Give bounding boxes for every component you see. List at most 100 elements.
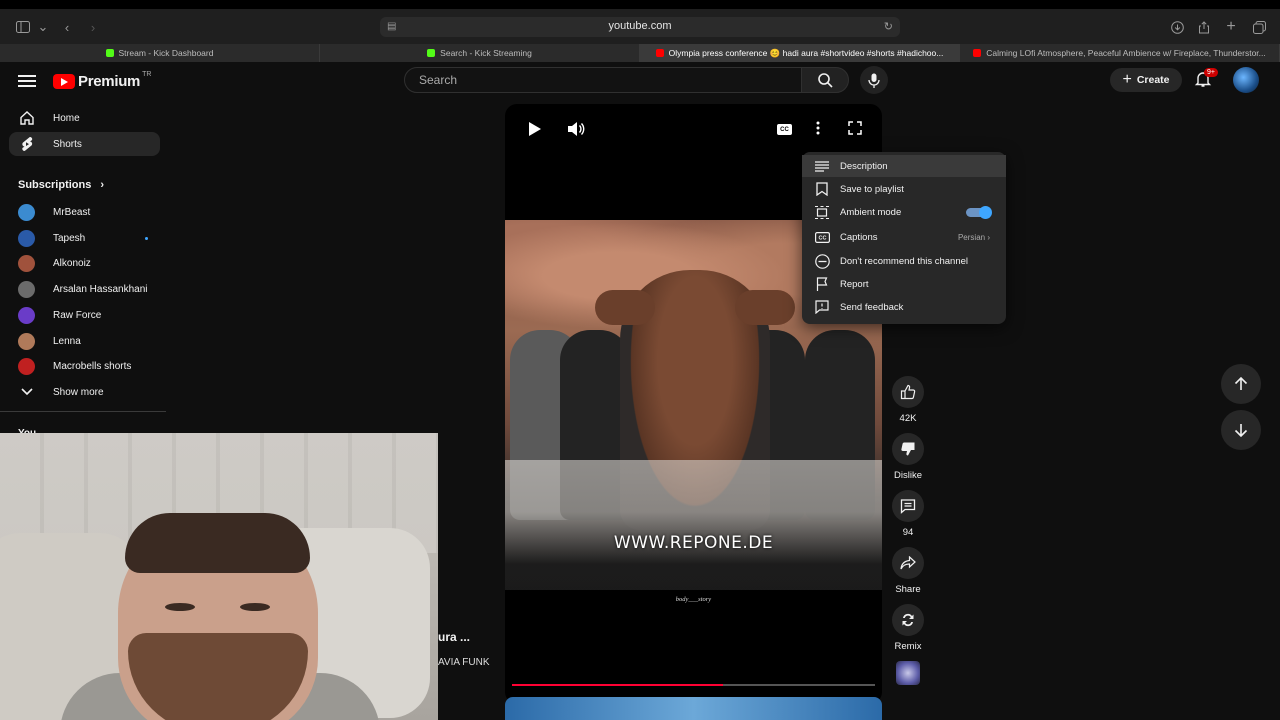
short-audio-fragment[interactable]: AVIA FUNK bbox=[438, 657, 490, 668]
webcam-eye bbox=[165, 603, 195, 611]
closed-captions-icon[interactable]: CC bbox=[777, 124, 792, 135]
subscription-macrobells-shorts[interactable]: Macrobells shorts bbox=[9, 355, 160, 377]
ambient-mode-toggle[interactable] bbox=[966, 206, 992, 219]
menu-item-captions[interactable]: CC Captions Persian › bbox=[802, 226, 1006, 248]
youtube-premium-logo[interactable]: Premium TR bbox=[53, 70, 152, 90]
video-foreground bbox=[505, 460, 882, 590]
plus-icon: + bbox=[1122, 71, 1132, 88]
progress-fill bbox=[512, 684, 723, 686]
show-more-button[interactable]: Show more bbox=[9, 381, 160, 403]
home-icon bbox=[18, 109, 36, 127]
menu-item-description[interactable]: Description bbox=[802, 155, 1006, 177]
volume-icon[interactable] bbox=[567, 121, 585, 140]
subscription-tapesh[interactable]: Tapesh bbox=[9, 227, 160, 249]
show-more-label: Show more bbox=[53, 386, 104, 398]
tab-kick-dashboard[interactable]: Stream - Kick Dashboard bbox=[0, 44, 320, 62]
svg-text:CC: CC bbox=[818, 235, 826, 241]
search-input[interactable] bbox=[417, 71, 787, 89]
subscription-arsalan-hassankhani[interactable]: Arsalan Hassankhani bbox=[9, 278, 160, 300]
tab-overview-icon[interactable] bbox=[1250, 18, 1268, 36]
chevron-right-icon: › bbox=[100, 179, 105, 191]
subscription-lenna[interactable]: Lenna bbox=[9, 330, 160, 352]
progress-bar[interactable] bbox=[512, 684, 875, 686]
browser-tabs: Stream - Kick Dashboard Search - Kick St… bbox=[0, 44, 1280, 62]
tab-olympia-short[interactable]: Olympia press conference 😊 hadi aura #sh… bbox=[640, 44, 960, 62]
share-button[interactable]: Share bbox=[890, 547, 926, 595]
channel-avatar bbox=[18, 229, 35, 247]
hamburger-menu-icon[interactable] bbox=[18, 72, 36, 88]
sound-channel-thumbnail[interactable] bbox=[896, 661, 920, 685]
like-button[interactable]: 42K bbox=[890, 376, 926, 424]
subscriptions-title: Subscriptions bbox=[18, 179, 92, 191]
account-avatar[interactable] bbox=[1233, 67, 1259, 93]
subscription-mrbeast[interactable]: MrBeast bbox=[9, 201, 160, 223]
more-options-icon[interactable] bbox=[816, 121, 820, 138]
sidebar-toggle-icon[interactable] bbox=[14, 18, 32, 36]
flag-icon bbox=[814, 276, 830, 292]
tab-lofi[interactable]: Calming LOfi Atmosphere, Peaceful Ambien… bbox=[960, 44, 1280, 62]
webcam-eye bbox=[240, 603, 270, 611]
menu-item-label: Save to playlist bbox=[840, 183, 904, 195]
channel-name: Lenna bbox=[53, 335, 81, 347]
captions-language: Persian › bbox=[958, 233, 990, 242]
share-page-icon[interactable] bbox=[1195, 18, 1213, 36]
thumbs-up-icon bbox=[892, 376, 924, 408]
next-short-preview[interactable] bbox=[505, 697, 882, 720]
reload-icon[interactable]: ↻ bbox=[884, 20, 893, 33]
menu-item-report[interactable]: Report bbox=[802, 273, 1006, 295]
tab-label: Search - Kick Streaming bbox=[440, 48, 532, 58]
forward-icon[interactable]: › bbox=[84, 18, 102, 36]
search-button[interactable] bbox=[801, 67, 849, 93]
video-credit: body___story bbox=[675, 596, 712, 603]
region-code: TR bbox=[142, 70, 152, 78]
channel-name: Raw Force bbox=[53, 309, 102, 321]
subscription-alkonoiz[interactable]: Alkonoiz bbox=[9, 252, 160, 274]
chevron-down-icon bbox=[18, 384, 35, 401]
channel-avatar bbox=[18, 332, 35, 350]
channel-avatar bbox=[18, 280, 35, 298]
menu-item-label: Captions bbox=[840, 231, 878, 243]
voice-search-button[interactable] bbox=[860, 66, 888, 94]
menu-item-save-to-playlist[interactable]: Save to playlist bbox=[802, 178, 1006, 200]
tab-label: Calming LOfi Atmosphere, Peaceful Ambien… bbox=[986, 48, 1266, 58]
next-short-button[interactable] bbox=[1221, 410, 1261, 450]
chevron-down-icon[interactable]: ⌄ bbox=[34, 18, 52, 36]
sidebar-item-shorts[interactable]: Shorts bbox=[9, 132, 160, 156]
address-bar[interactable]: ▤ youtube.com ↻ bbox=[380, 17, 900, 37]
back-icon[interactable]: ‹ bbox=[58, 18, 76, 36]
subscription-raw-force[interactable]: Raw Force bbox=[9, 304, 160, 326]
chevron-right-icon: › bbox=[987, 232, 990, 242]
captions-language-value: Persian bbox=[957, 232, 986, 242]
youtube-favicon bbox=[655, 49, 664, 57]
subscriptions-header[interactable]: Subscriptions › bbox=[18, 179, 104, 191]
menu-item-send-feedback[interactable]: Send feedback bbox=[802, 296, 1006, 318]
block-icon bbox=[814, 253, 830, 269]
new-tab-icon[interactable]: + bbox=[1222, 18, 1240, 36]
tab-kick-search[interactable]: Search - Kick Streaming bbox=[320, 44, 640, 62]
kick-favicon bbox=[105, 49, 114, 57]
play-icon[interactable] bbox=[528, 121, 542, 140]
channel-name: Arsalan Hassankhani bbox=[53, 283, 148, 295]
fullscreen-icon[interactable] bbox=[848, 121, 862, 138]
microphone-icon bbox=[868, 73, 880, 88]
comments-button[interactable]: 94 bbox=[890, 490, 926, 538]
arrow-down-icon bbox=[1234, 424, 1248, 437]
address-url: youtube.com bbox=[608, 20, 672, 32]
previous-short-button[interactable] bbox=[1221, 364, 1261, 404]
channel-name: Tapesh bbox=[53, 232, 86, 244]
create-button[interactable]: + Create bbox=[1110, 68, 1182, 92]
comment-count: 94 bbox=[902, 527, 914, 538]
feedback-icon bbox=[814, 299, 830, 315]
dislike-button[interactable]: Dislike bbox=[890, 433, 926, 481]
sidebar-item-home[interactable]: Home bbox=[9, 106, 160, 130]
webcam-hair bbox=[125, 513, 310, 573]
captions-icon: CC bbox=[814, 229, 830, 245]
menu-item-dont-recommend[interactable]: Don't recommend this channel bbox=[802, 250, 1006, 272]
download-icon[interactable] bbox=[1168, 18, 1186, 36]
remix-button[interactable]: Remix bbox=[890, 604, 926, 652]
kick-favicon bbox=[427, 49, 436, 57]
video-bodybuilder-arm bbox=[735, 290, 795, 325]
short-title-fragment[interactable]: ura ... bbox=[438, 630, 470, 644]
menu-item-ambient-mode[interactable]: Ambient mode bbox=[802, 201, 1006, 223]
more-options-menu: Description Save to playlist Ambient mod… bbox=[802, 152, 1006, 324]
